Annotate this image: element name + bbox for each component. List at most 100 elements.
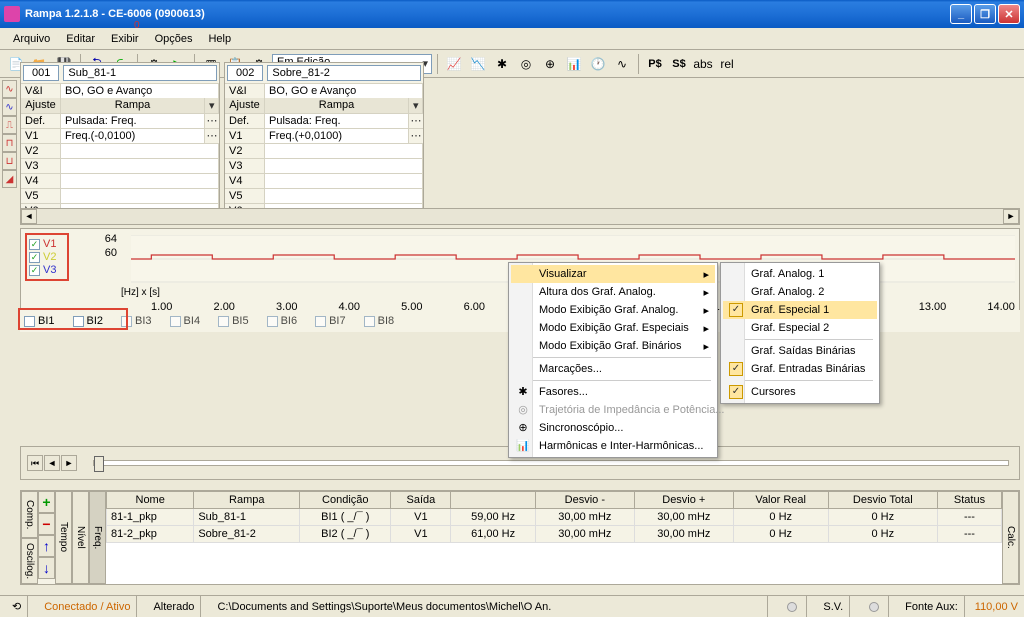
maximize-button[interactable]: ❐: [974, 4, 996, 24]
close-button[interactable]: ✕: [998, 4, 1020, 24]
scroll-left-icon[interactable]: ◄: [21, 209, 37, 224]
bi-check-BI3[interactable]: BI3: [121, 315, 152, 327]
col-header[interactable]: Condição: [300, 492, 391, 509]
step-prev-icon[interactable]: ◄: [44, 455, 60, 471]
col-header[interactable]: Saída: [391, 492, 451, 509]
scroll-right-icon[interactable]: ►: [1003, 209, 1019, 224]
channel-check-V2[interactable]: ✓V2: [29, 251, 65, 263]
bo-value[interactable]: BO, GO e Avanço: [61, 84, 219, 98]
ctx-item[interactable]: Modo Exibição Graf. Especiais▸: [511, 319, 715, 337]
bi-check-BI4[interactable]: BI4: [170, 315, 201, 327]
tab-pulse1-icon[interactable]: ⊓: [2, 134, 17, 152]
vtab-calc[interactable]: Calc.: [1002, 491, 1019, 584]
col-header[interactable]: Desvio +: [634, 492, 733, 509]
checkbox-icon[interactable]: ✓: [29, 239, 40, 250]
results-grid[interactable]: NomeRampaCondiçãoSaídaDesvio -Desvio +Va…: [106, 491, 1002, 584]
ctx-item[interactable]: Altura dos Graf. Analog.▸: [511, 283, 715, 301]
row-value[interactable]: Pulsada: Freq.: [265, 114, 409, 128]
checkbox-icon[interactable]: [24, 316, 35, 327]
checkbox-icon[interactable]: [170, 316, 181, 327]
checkbox-icon[interactable]: [267, 316, 278, 327]
row-value[interactable]: [265, 144, 423, 158]
ctx-item[interactable]: Modo Exibição Graf. Binários▸: [511, 337, 715, 355]
ctx-item[interactable]: Sincronoscópio...⊕: [511, 419, 715, 437]
row-value[interactable]: Pulsada: Freq.: [61, 114, 205, 128]
dropdown-icon[interactable]: ▾: [205, 98, 219, 113]
ellipsis-icon[interactable]: ⋯: [409, 129, 423, 143]
ctx-sub-item[interactable]: Graf. Especial 2: [723, 319, 877, 337]
menu-editar[interactable]: Editar: [58, 31, 103, 47]
col-header[interactable]: [451, 492, 535, 509]
row-value[interactable]: [61, 159, 219, 173]
menu-exibir[interactable]: Exibir: [103, 31, 147, 47]
checkbox-icon[interactable]: [121, 316, 132, 327]
dropdown-icon[interactable]: ▾: [409, 98, 423, 113]
checkbox-icon[interactable]: ✓: [29, 265, 40, 276]
down-button[interactable]: ↓: [38, 557, 55, 579]
menu-help[interactable]: Help: [200, 31, 239, 47]
add-button[interactable]: +: [38, 491, 55, 513]
tab-wave2-icon[interactable]: ∿: [2, 98, 17, 116]
table-row[interactable]: 81-1_pkpSub_81-1BI1 ( _/¯ )V159,00 Hz30,…: [107, 509, 1002, 526]
h-scrollbar[interactable]: ◄ ►: [20, 208, 1020, 225]
channel-check-V3[interactable]: ✓V3: [29, 264, 65, 276]
checkbox-icon[interactable]: [73, 316, 84, 327]
bi-check-BI6[interactable]: BI6: [267, 315, 298, 327]
up-button[interactable]: ↑: [38, 535, 55, 557]
tab-step-icon[interactable]: ⎍: [2, 116, 17, 134]
ctx-sub-item[interactable]: Graf. Analog. 2: [723, 283, 877, 301]
ctx-sub-item[interactable]: Graf. Especial 1✓: [723, 301, 877, 319]
col-header[interactable]: Desvio -: [535, 492, 634, 509]
menu-arquivo[interactable]: Arquivo: [5, 31, 58, 47]
vtab-nivel[interactable]: Nível: [72, 491, 89, 584]
ctx-sub-item[interactable]: Graf. Entradas Binárias✓: [723, 360, 877, 378]
col-header[interactable]: Rampa: [194, 492, 300, 509]
row-value[interactable]: [61, 189, 219, 203]
ellipsis-icon[interactable]: ⋯: [205, 114, 219, 128]
row-value[interactable]: [61, 144, 219, 158]
tab-wave1-icon[interactable]: ∿: [2, 80, 17, 98]
vtab-freq[interactable]: Freq.: [89, 491, 106, 584]
step-back-icon[interactable]: ⏮: [27, 455, 43, 471]
checkbox-icon[interactable]: [364, 316, 375, 327]
row-value[interactable]: [265, 174, 423, 188]
panel-name-input[interactable]: [63, 65, 217, 81]
bo-value[interactable]: BO, GO e Avanço: [265, 84, 423, 98]
vtab-oscilog[interactable]: Oscilog.: [21, 538, 38, 585]
ctx-sub-item[interactable]: Cursores✓: [723, 383, 877, 401]
checkbox-icon[interactable]: [218, 316, 229, 327]
bi-check-BI5[interactable]: BI5: [218, 315, 249, 327]
tab-pulse2-icon[interactable]: ⊔: [2, 152, 17, 170]
step-next-icon[interactable]: ►: [61, 455, 77, 471]
ctx-item[interactable]: Harmônicas e Inter-Harmônicas...📊: [511, 437, 715, 455]
minimize-button[interactable]: _: [950, 4, 972, 24]
timeline-slider[interactable]: [93, 460, 1009, 466]
row-value[interactable]: Freq.(-0,0100): [61, 129, 205, 143]
bi-check-BI1[interactable]: BI1: [24, 315, 55, 327]
ellipsis-icon[interactable]: ⋯: [205, 129, 219, 143]
row-value[interactable]: [265, 189, 423, 203]
row-value[interactable]: [265, 159, 423, 173]
col-header[interactable]: Nome: [107, 492, 194, 509]
bi-check-BI8[interactable]: BI8: [364, 315, 395, 327]
table-row[interactable]: 81-2_pkpSobre_81-2BI2 ( _/¯ )V161,00 Hz3…: [107, 526, 1002, 543]
menu-opcoes[interactable]: Opções: [147, 31, 201, 47]
ctx-item[interactable]: Marcações...: [511, 360, 715, 378]
channel-check-V1[interactable]: ✓V1: [29, 238, 65, 250]
ctx-sub-item[interactable]: Graf. Saídas Binárias: [723, 342, 877, 360]
tab-ramp-icon[interactable]: ◢: [2, 170, 17, 188]
checkbox-icon[interactable]: [315, 316, 326, 327]
ctx-item[interactable]: Modo Exibição Graf. Analog.▸: [511, 301, 715, 319]
checkbox-icon[interactable]: ✓: [29, 252, 40, 263]
ctx-item[interactable]: Visualizar▸: [511, 265, 715, 283]
row-value[interactable]: [61, 174, 219, 188]
bi-check-BI2[interactable]: BI2: [73, 315, 104, 327]
ctx-item[interactable]: Fasores...✱: [511, 383, 715, 401]
ctx-sub-item[interactable]: Graf. Analog. 1: [723, 265, 877, 283]
col-header[interactable]: Desvio Total: [828, 492, 937, 509]
row-value[interactable]: Freq.(+0,0100): [265, 129, 409, 143]
vtab-comp[interactable]: Comp.: [21, 491, 38, 538]
panel-name-input[interactable]: [267, 65, 421, 81]
ellipsis-icon[interactable]: ⋯: [409, 114, 423, 128]
remove-button[interactable]: −: [38, 513, 55, 535]
